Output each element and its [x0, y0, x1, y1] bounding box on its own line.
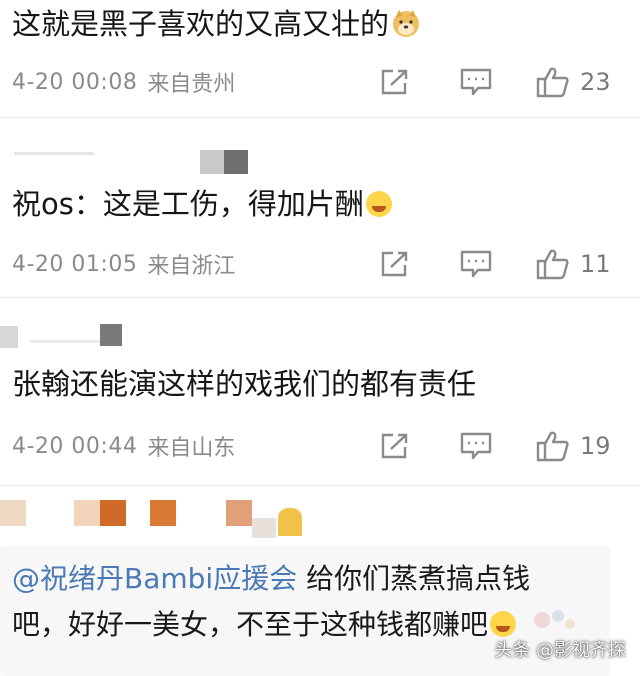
comment-reply-button[interactable]: [460, 426, 492, 466]
comment-icon: [460, 68, 492, 96]
comment-1: 这就是黑子喜欢的又高又壮的 4-20 00:08 来自贵州 23: [0, 0, 640, 118]
comment-text: 这就是黑子喜欢的又高又壮的: [12, 4, 421, 44]
thumbs-up-icon: [536, 249, 569, 280]
like-button[interactable]: 23: [536, 62, 611, 102]
comment-meta: 4-20 00:44 来自山东 19: [12, 426, 640, 466]
quoted-line-2: 吧，好好一美女，不至于这种钱都赚吧: [12, 608, 489, 641]
comment-meta: 4-20 00:08 来自贵州 23: [12, 62, 640, 102]
deco-flower-icon: [534, 610, 575, 629]
comment-4: @祝绪丹Bambi应援会 给你们蒸煮搞点钱 吧，好好一美女，不至于这种钱都赚吧 …: [0, 486, 640, 676]
share-button[interactable]: [380, 62, 410, 102]
like-button[interactable]: 19: [536, 426, 611, 466]
mention-link[interactable]: @祝绪丹Bambi应援会: [12, 562, 297, 595]
share-button[interactable]: [380, 244, 410, 284]
comment-location: 来自山东: [147, 436, 236, 461]
comment-icon: [460, 250, 492, 278]
comment-meta: 4-20 01:05 来自浙江 11: [12, 244, 640, 284]
comment-reply-button[interactable]: [460, 244, 492, 284]
comment-3: 张翰还能演这样的戏我们的都有责任 4-20 00:44 来自山东 19: [0, 298, 640, 486]
quoted-line-1: 给你们蒸煮搞点钱: [306, 562, 531, 595]
share-icon: [381, 433, 408, 459]
share-icon: [381, 69, 408, 95]
comment-time: 4-20 00:08: [12, 69, 138, 95]
blurred-username: [0, 140, 640, 184]
comment-location: 来自浙江: [147, 254, 236, 279]
blurred-username: [0, 320, 640, 364]
like-count: 23: [580, 68, 611, 96]
laugh-cry-emoji-icon: [365, 191, 392, 217]
comment-location: 来自贵州: [147, 72, 236, 97]
thumbs-up-icon: [536, 431, 569, 462]
comment-icon: [460, 432, 492, 460]
comment-text: 张翰还能演这样的戏我们的都有责任: [12, 367, 477, 401]
doge-emoji-icon: [393, 10, 420, 37]
watermark: 头条 @影视齐探: [494, 640, 626, 661]
comment-text: 祝os：这是工伤，得加片酬: [12, 184, 392, 224]
like-count: 19: [580, 432, 611, 460]
comment-time: 4-20 01:05: [12, 251, 138, 277]
like-count: 11: [580, 250, 611, 278]
quoted-comment-text: @祝绪丹Bambi应援会 给你们蒸煮搞点钱 吧，好好一美女，不至于这种钱都赚吧: [12, 556, 602, 648]
thumbs-up-icon: [536, 67, 569, 98]
like-button[interactable]: 11: [536, 244, 611, 284]
blurred-username: [0, 500, 640, 544]
comment-reply-button[interactable]: [460, 62, 492, 102]
share-icon: [381, 251, 408, 277]
comment-time: 4-20 00:44: [12, 433, 138, 459]
share-button[interactable]: [380, 426, 410, 466]
laugh-cry-emoji-icon: [490, 611, 517, 637]
comment-2: 祝os：这是工伤，得加片酬 4-20 01:05 来自浙江 11: [0, 118, 640, 298]
